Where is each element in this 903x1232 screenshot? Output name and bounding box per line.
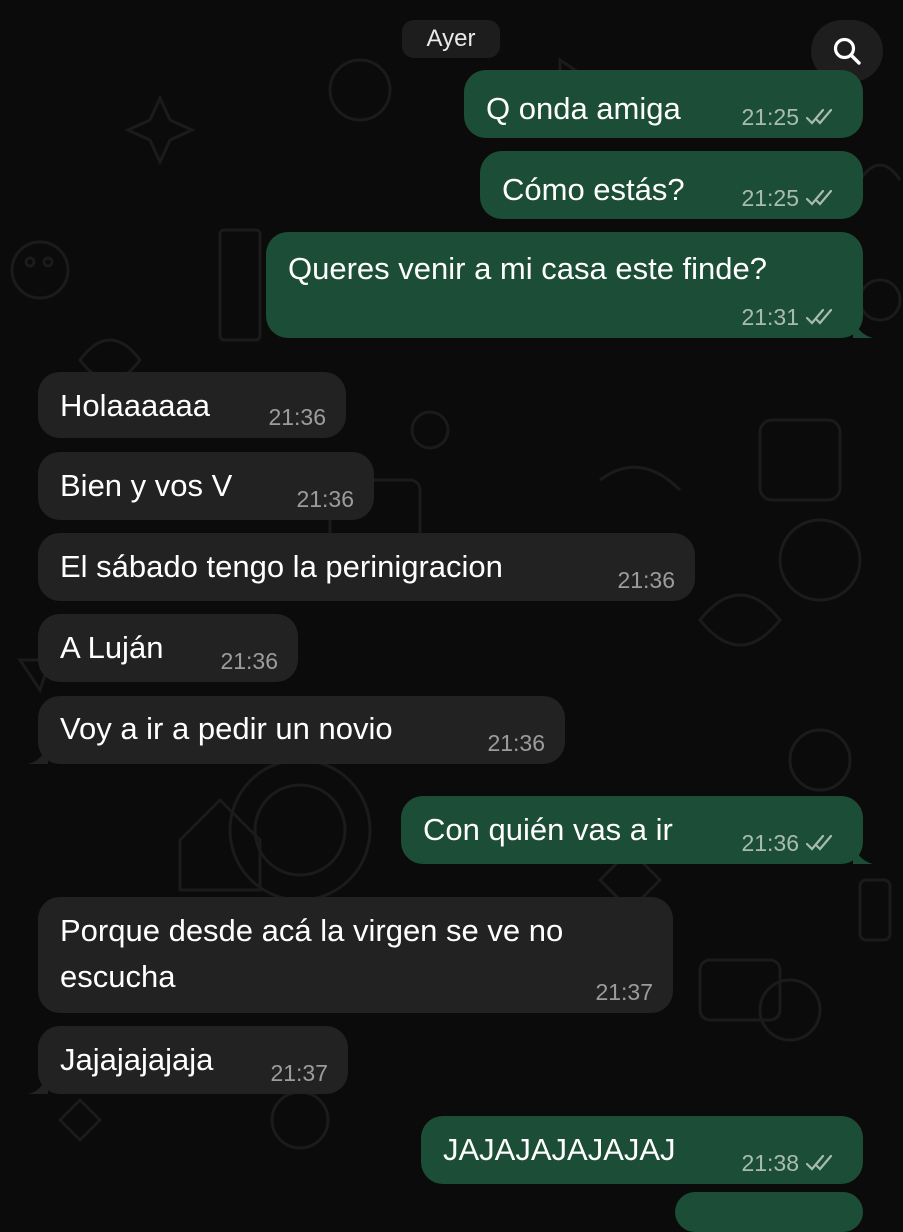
incoming-message[interactable]: Bien y vos V 21:36	[38, 452, 374, 520]
incoming-message[interactable]: Voy a ir a pedir un novio 21:36	[28, 696, 565, 764]
message-time: 21:37	[595, 979, 653, 1005]
message-time: 21:36	[741, 830, 799, 856]
search-icon	[833, 37, 861, 65]
message-text: Porque desde acá la virgen se ve no	[60, 913, 564, 948]
read-check-icon	[805, 189, 833, 206]
message-text: Con quién vas a ir	[423, 812, 673, 847]
message-time: 21:36	[220, 648, 278, 674]
message-time: 21:36	[268, 404, 326, 430]
message-time: 21:31	[741, 304, 799, 330]
outgoing-message[interactable]: JAJAJAJAJAJAJ 21:38	[421, 1116, 863, 1184]
read-check-icon	[805, 108, 833, 125]
bubble-tail	[28, 1072, 48, 1094]
message-text: Queres venir a mi casa este finde?	[288, 251, 768, 286]
outgoing-message[interactable]: Con quién vas a ir 21:36	[401, 796, 873, 864]
incoming-message[interactable]: El sábado tengo la perinigracion 21:36	[38, 533, 695, 601]
read-check-icon	[805, 308, 833, 325]
message-text-line2: escucha	[60, 959, 176, 994]
message-time: 21:38	[741, 1150, 799, 1176]
read-check-icon	[805, 1154, 833, 1171]
incoming-message[interactable]: A Luján 21:36	[38, 614, 298, 682]
outgoing-message[interactable]: Cómo estás? 21:25	[480, 151, 863, 219]
message-time: 21:36	[617, 567, 675, 593]
message-text: Voy a ir a pedir un novio	[60, 711, 393, 746]
date-separator: Ayer	[402, 20, 500, 58]
bubble-tail	[853, 316, 873, 338]
bubble-tail	[853, 842, 873, 864]
message-text: Cómo estás?	[502, 172, 685, 207]
message-text: Bien y vos V	[60, 468, 233, 503]
message-time: 21:37	[270, 1060, 328, 1086]
outgoing-message[interactable]: Queres venir a mi casa este finde? 21:31	[266, 232, 873, 338]
incoming-message[interactable]: Porque desde acá la virgen se ve no escu…	[38, 897, 673, 1013]
read-check-icon	[805, 834, 833, 851]
incoming-message[interactable]: Holaaaaaa 21:36	[38, 372, 346, 438]
message-time: 21:25	[741, 185, 799, 211]
bubble-tail	[28, 742, 48, 764]
incoming-message[interactable]: Jajajajajaja 21:37	[28, 1026, 348, 1094]
message-text: Jajajajajaja	[60, 1042, 214, 1077]
outgoing-message[interactable]: Q onda amiga 21:25	[464, 70, 863, 138]
outgoing-message-partial	[675, 1192, 863, 1232]
message-text: JAJAJAJAJAJAJ	[443, 1132, 676, 1167]
message-time: 21:25	[741, 104, 799, 130]
message-text: Holaaaaaa	[60, 388, 210, 423]
message-time: 21:36	[296, 486, 354, 512]
message-time: 21:36	[487, 730, 545, 756]
message-text: Q onda amiga	[486, 91, 681, 126]
message-text: El sábado tengo la perinigracion	[60, 549, 503, 584]
message-text: A Luján	[60, 630, 164, 665]
